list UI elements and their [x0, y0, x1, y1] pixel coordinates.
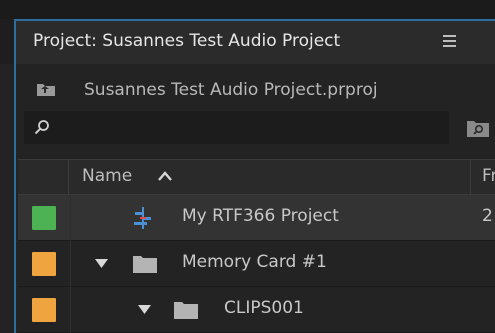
project-path-row: Susannes Test Audio Project.prproj	[16, 68, 495, 108]
hamburger-icon[interactable]	[443, 35, 456, 48]
list-item[interactable]: My RTF366 Project 2	[18, 195, 495, 241]
search-bar[interactable]	[24, 111, 449, 144]
item-name: My RTF366 Project	[182, 206, 339, 226]
folder-icon	[174, 302, 198, 319]
column-divider[interactable]	[68, 160, 69, 194]
search-icon	[34, 120, 49, 135]
column-divider	[70, 195, 71, 241]
expand-triangle-icon[interactable]	[95, 259, 108, 269]
item-name: CLIPS001	[224, 298, 304, 318]
column-divider	[70, 241, 71, 287]
expand-triangle-icon[interactable]	[138, 305, 151, 315]
panel-tab-bar: Project: Susannes Test Audio Project	[0, 19, 495, 64]
folder-up-icon[interactable]	[36, 81, 56, 97]
sequence-icon	[134, 207, 151, 229]
project-file-name: Susannes Test Audio Project.prproj	[84, 80, 378, 100]
folder-icon	[133, 256, 157, 273]
column-header-frame-rate[interactable]: Fr	[482, 166, 495, 186]
column-header-name[interactable]: Name	[82, 166, 132, 186]
project-panel-title: Project: Susannes Test Audio Project	[33, 31, 341, 51]
search-input[interactable]	[54, 115, 443, 141]
column-divider	[70, 287, 71, 333]
list-item[interactable]: CLIPS001	[18, 287, 495, 333]
window-top-strip	[0, 0, 495, 19]
item-name: Memory Card #1	[182, 252, 327, 272]
project-panel: Susannes Test Audio Project.prproj Name …	[14, 64, 495, 333]
item-frame-rate: 2	[482, 206, 493, 226]
label-color-swatch[interactable]	[32, 252, 56, 276]
column-header-row: Name Fr	[18, 159, 495, 195]
column-divider[interactable]	[470, 160, 471, 194]
label-color-swatch[interactable]	[32, 206, 56, 230]
new-search-bin-icon[interactable]	[466, 118, 490, 138]
list-item[interactable]: Memory Card #1	[18, 241, 495, 287]
project-panel-tab[interactable]: Project: Susannes Test Audio Project	[14, 19, 495, 64]
label-color-swatch[interactable]	[32, 298, 56, 322]
sort-ascending-icon[interactable]	[158, 171, 172, 181]
